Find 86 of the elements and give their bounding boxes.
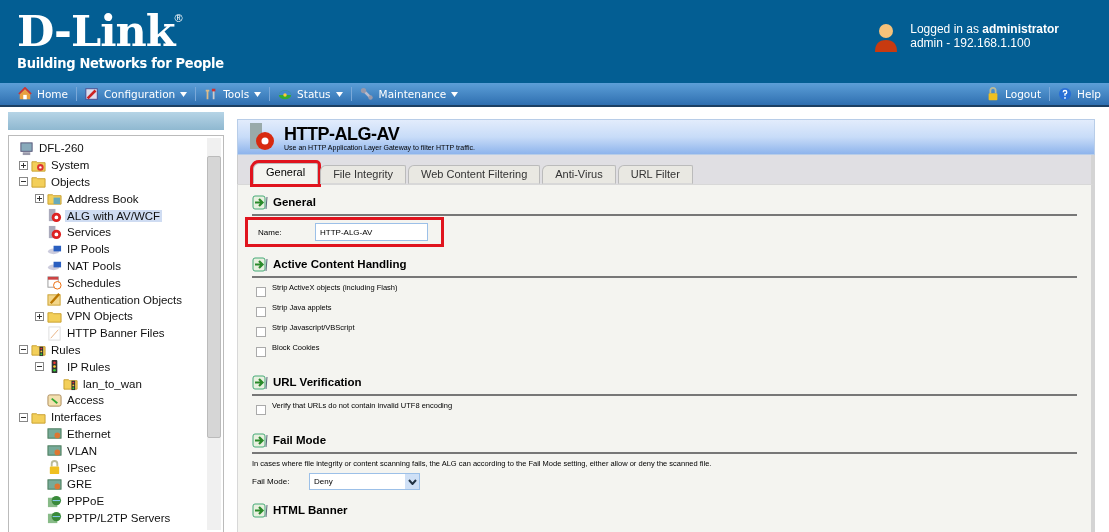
menu-item[interactable]: Logout bbox=[978, 87, 1050, 101]
section-heading: URL Verification bbox=[273, 376, 362, 388]
tree-item[interactable]: IPsec bbox=[65, 461, 98, 474]
section-heading: General bbox=[273, 196, 316, 208]
menu-item[interactable]: Maintenance bbox=[351, 87, 467, 101]
help-icon bbox=[1058, 87, 1073, 101]
caret-icon bbox=[180, 91, 188, 97]
tree-item[interactable]: PPPoE bbox=[65, 495, 107, 508]
tree-item[interactable]: Interfaces bbox=[49, 411, 104, 424]
menu-item[interactable]: Tools bbox=[196, 87, 270, 101]
tree-item[interactable]: Rules bbox=[49, 343, 83, 356]
menu-item[interactable]: Status bbox=[270, 87, 351, 101]
tree-item[interactable]: Schedules bbox=[65, 276, 123, 289]
tab[interactable]: Web Content Filtering bbox=[408, 165, 541, 184]
tab[interactable]: Anti-Virus bbox=[542, 165, 616, 184]
tree-item[interactable]: ALG with AV/WCF bbox=[65, 209, 163, 222]
session-info: admin - 192.168.1.100 bbox=[910, 36, 1032, 50]
address-book-icon bbox=[47, 191, 62, 207]
globe-icon bbox=[47, 510, 62, 526]
tree-item[interactable]: Access bbox=[65, 394, 107, 407]
tree-item[interactable]: NAT Pools bbox=[65, 259, 123, 272]
pencil-icon bbox=[47, 292, 62, 308]
caret-icon bbox=[335, 91, 343, 97]
menu-item[interactable]: Configuration bbox=[77, 87, 196, 101]
collapse-toggle-icon[interactable] bbox=[19, 177, 28, 187]
tree-item[interactable]: lan_to_wan bbox=[81, 377, 144, 390]
expand-toggle-icon[interactable] bbox=[35, 311, 44, 321]
certificate-icon bbox=[47, 392, 62, 408]
menu-item[interactable]: Home bbox=[10, 87, 76, 101]
calendar-icon bbox=[47, 275, 62, 291]
tree-item[interactable]: Services bbox=[65, 226, 114, 239]
tree-item[interactable]: System bbox=[49, 159, 92, 172]
network-card-icon bbox=[47, 476, 62, 492]
document-icon bbox=[47, 325, 62, 341]
tree-item[interactable]: Authentication Objects bbox=[65, 293, 185, 306]
expand-toggle-icon[interactable] bbox=[35, 194, 44, 204]
tree-item[interactable]: VPN Objects bbox=[65, 310, 135, 323]
house-icon bbox=[18, 87, 32, 101]
page-title: HTTP-ALG-AV bbox=[284, 123, 401, 144]
collapse-toggle-icon[interactable] bbox=[19, 412, 28, 422]
user-avatar-icon bbox=[874, 22, 899, 52]
fail-mode-dropdown[interactable]: Deny bbox=[309, 473, 420, 490]
tree-item[interactable]: IP Pools bbox=[65, 243, 112, 256]
tab[interactable]: General bbox=[253, 163, 319, 184]
tree-item[interactable]: Address Book bbox=[65, 192, 141, 205]
tab[interactable]: URL Filter bbox=[617, 165, 693, 184]
checkbox[interactable] bbox=[256, 287, 266, 297]
field-label: Fail Mode: bbox=[252, 477, 291, 486]
chevron-down-icon bbox=[407, 478, 417, 485]
network-card-icon bbox=[47, 426, 62, 442]
tree-item[interactable]: VLAN bbox=[65, 444, 100, 457]
collapse-toggle-icon[interactable] bbox=[35, 362, 44, 372]
expand-toggle-icon[interactable] bbox=[19, 160, 28, 170]
section-heading: Fail Mode bbox=[273, 434, 327, 446]
folder-traffic-light-icon bbox=[31, 342, 46, 358]
checkbox[interactable] bbox=[256, 307, 266, 317]
tree-item[interactable]: IP Rules bbox=[65, 360, 113, 373]
wrench-icon bbox=[359, 87, 374, 101]
folder-icon bbox=[31, 174, 46, 190]
tree-item[interactable]: Objects bbox=[49, 176, 92, 188]
tree-item[interactable]: GRE bbox=[65, 478, 94, 491]
checkbox[interactable] bbox=[256, 405, 266, 415]
network-card-icon bbox=[47, 443, 62, 459]
globe-icon bbox=[47, 493, 62, 509]
tree-item[interactable]: DFL-260 bbox=[37, 142, 86, 155]
tagline: Building Networks for People bbox=[17, 55, 224, 71]
logo-text: D-Link bbox=[17, 8, 175, 54]
name-field[interactable]: HTTP-ALG-AV bbox=[315, 223, 428, 241]
collapse-toggle-icon[interactable] bbox=[19, 345, 28, 355]
tree-item[interactable]: Ethernet bbox=[65, 427, 113, 440]
caret-icon bbox=[254, 91, 262, 97]
login-status: Logged in as administrator bbox=[910, 22, 1059, 36]
scrollbar[interactable] bbox=[207, 138, 221, 530]
folder-traffic-light-icon bbox=[63, 376, 78, 392]
tab[interactable]: File Integrity bbox=[320, 165, 407, 184]
caret-icon bbox=[451, 91, 459, 97]
checkbox[interactable] bbox=[256, 327, 266, 337]
field-label: Name: bbox=[258, 227, 283, 237]
checkbox[interactable] bbox=[256, 347, 266, 357]
section-heading: Active Content Handling bbox=[273, 258, 407, 270]
tree-item[interactable]: PPTP/L2TP Servers bbox=[65, 511, 173, 524]
computer-icon bbox=[19, 140, 34, 156]
menu-item[interactable]: Help bbox=[1050, 87, 1109, 101]
padlock-icon bbox=[47, 460, 62, 476]
tree-item[interactable]: HTTP Banner Files bbox=[65, 327, 167, 340]
section-heading: HTML Banner bbox=[273, 504, 348, 516]
